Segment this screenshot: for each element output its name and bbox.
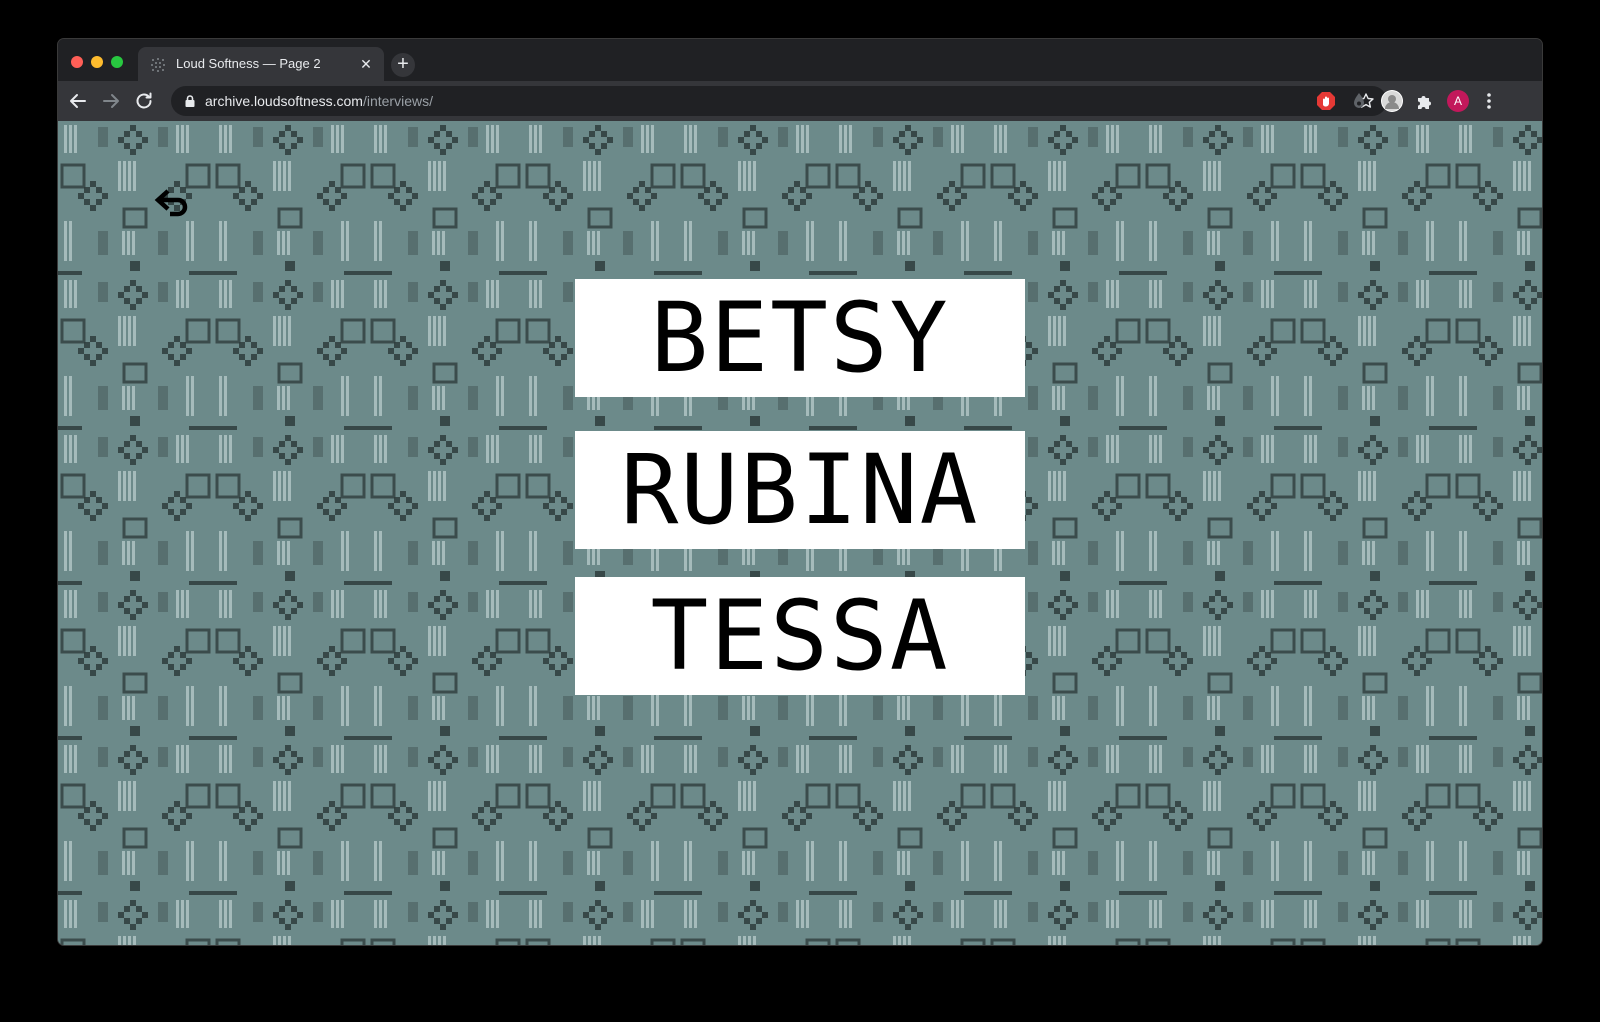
drop-extension-icon[interactable] — [1348, 90, 1370, 112]
page-viewport: BETSY RUBINA TESSA — [58, 121, 1542, 945]
puzzle-icon[interactable] — [1414, 90, 1436, 112]
browser-toolbar: archive.loudsoftness.com/interviews/ A — [58, 81, 1542, 121]
tab-active[interactable]: Loud Softness — Page 2 ✕ — [138, 47, 384, 81]
url-text: archive.loudsoftness.com/interviews/ — [205, 93, 433, 109]
minimize-window-button[interactable] — [91, 56, 103, 68]
return-arrow-icon[interactable] — [154, 185, 194, 219]
close-tab-icon[interactable]: ✕ — [358, 56, 374, 72]
interview-link-rubina[interactable]: RUBINA — [575, 431, 1025, 549]
interview-link-tessa[interactable]: TESSA — [575, 577, 1025, 695]
profile-avatar[interactable]: A — [1447, 90, 1469, 112]
reload-icon[interactable] — [132, 89, 156, 113]
address-bar[interactable]: archive.loudsoftness.com/interviews/ — [171, 86, 1387, 116]
tab-title: Loud Softness — Page 2 — [176, 56, 321, 71]
new-tab-button[interactable]: + — [391, 53, 415, 77]
person-photo-icon — [1382, 91, 1402, 111]
url-domain: archive.loudsoftness.com — [205, 93, 363, 109]
maximize-window-button[interactable] — [111, 56, 123, 68]
profile-picture-extension-icon[interactable] — [1381, 90, 1403, 112]
lock-icon — [185, 95, 195, 107]
close-window-button[interactable] — [71, 56, 83, 68]
interview-link-betsy[interactable]: BETSY — [575, 279, 1025, 397]
ad-blocker-icon[interactable] — [1315, 90, 1337, 112]
dotted-grid-icon — [151, 58, 165, 72]
tab-strip: Loud Softness — Page 2 ✕ + — [58, 39, 1542, 81]
forward-arrow-icon[interactable] — [99, 89, 123, 113]
url-path: /interviews/ — [362, 93, 433, 109]
back-arrow-icon[interactable] — [66, 89, 90, 113]
kebab-menu-icon[interactable] — [1478, 90, 1500, 112]
browser-window: Loud Softness — Page 2 ✕ + archive.louds… — [58, 39, 1542, 945]
